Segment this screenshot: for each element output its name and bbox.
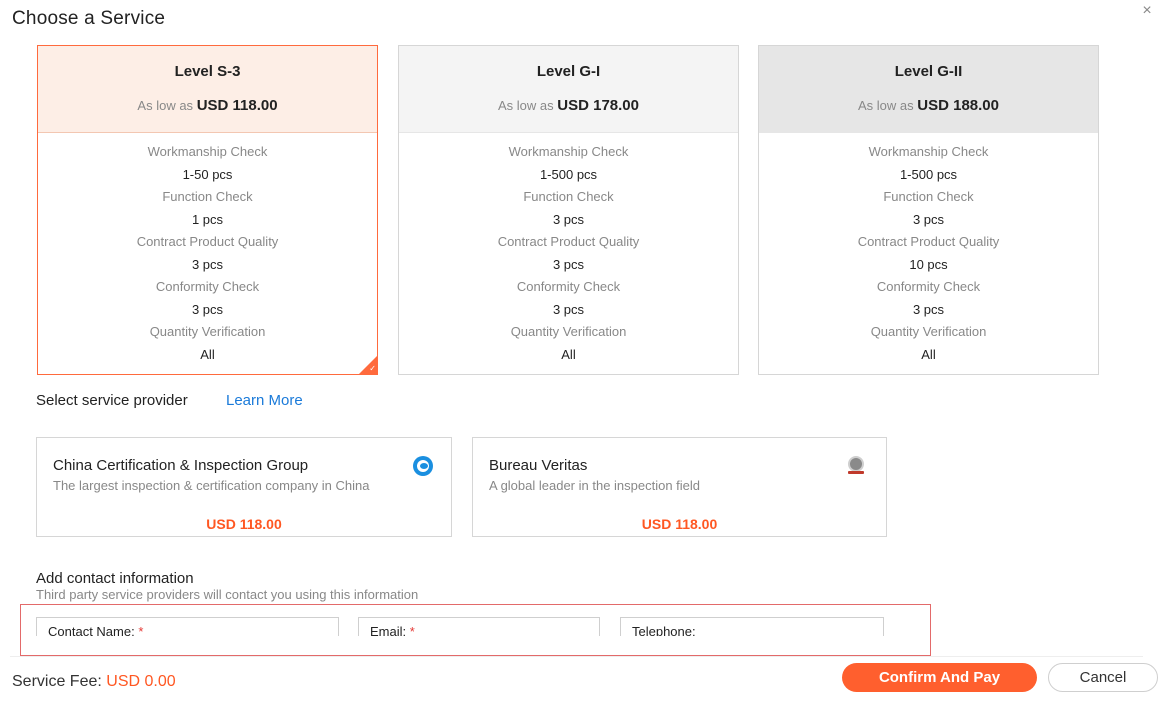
level-card-s3[interactable]: Level S-3 As low as USD 118.00 Workmansh…: [37, 45, 378, 375]
provider-name: Bureau Veritas: [489, 457, 588, 474]
footer-divider: [10, 656, 1143, 657]
feature-value: 1 pcs: [191, 211, 224, 227]
learn-more-link[interactable]: Learn More: [226, 392, 303, 409]
feature-value: 3 pcs: [912, 301, 945, 317]
provider-card-ccic[interactable]: China Certification & Inspection Group T…: [36, 437, 452, 537]
service-fee-value: USD 0.00: [106, 673, 176, 690]
level-features: Workmanship Check 1-500 pcs Function Che…: [399, 133, 738, 366]
level-card-header: Level G-II As low as USD 188.00: [759, 46, 1098, 133]
feature-label: Conformity Check: [876, 279, 981, 294]
feature-value: All: [200, 346, 215, 362]
feature-value: 1-500 pcs: [539, 166, 598, 182]
level-price: As low as USD 178.00: [498, 97, 639, 114]
level-name: Level G-I: [536, 63, 601, 80]
feature-label: Conformity Check: [516, 279, 621, 294]
feature-value: 3 pcs: [191, 301, 224, 317]
provider-heading: Select service provider: [36, 392, 188, 409]
feature-label: Workmanship Check: [147, 144, 268, 159]
feature-label: Contract Product Quality: [497, 234, 640, 249]
feature-value: 3 pcs: [912, 211, 945, 227]
feature-label: Contract Product Quality: [857, 234, 1000, 249]
feature-value: All: [921, 346, 936, 362]
level-name: Level G-II: [894, 63, 963, 80]
feature-label: Conformity Check: [155, 279, 260, 294]
bureau-veritas-logo-icon: [848, 456, 864, 474]
dialog-title: Choose a Service: [12, 8, 166, 29]
dialog-content-scroll-area[interactable]: Level S-3 As low as USD 118.00 Workmansh…: [10, 42, 1143, 636]
feature-label: Quantity Verification: [510, 324, 627, 339]
feature-label: Workmanship Check: [868, 144, 989, 159]
provider-name: China Certification & Inspection Group: [53, 457, 309, 474]
email-field[interactable]: Email: *: [358, 617, 600, 636]
feature-value: All: [561, 346, 576, 362]
feature-value: 3 pcs: [552, 211, 585, 227]
service-fee: Service Fee: USD 0.00: [12, 673, 176, 691]
contact-name-field[interactable]: Contact Name: *: [36, 617, 339, 636]
level-card-header: Level G-I As low as USD 178.00: [399, 46, 738, 133]
ccic-logo-icon: [413, 456, 433, 476]
telephone-label: Telephone:: [632, 624, 696, 636]
feature-label: Quantity Verification: [149, 324, 266, 339]
feature-label: Function Check: [883, 189, 974, 204]
check-icon: ✓: [369, 364, 376, 373]
feature-label: Function Check: [523, 189, 614, 204]
provider-price: USD 118.00: [641, 516, 718, 532]
feature-label: Quantity Verification: [870, 324, 987, 339]
level-name: Level S-3: [174, 63, 241, 80]
feature-value: 3 pcs: [191, 256, 224, 272]
close-icon[interactable]: ×: [1140, 3, 1154, 19]
provider-description: A global leader in the inspection field: [489, 478, 701, 493]
provider-card-bureau-veritas[interactable]: Bureau Veritas A global leader in the in…: [472, 437, 887, 537]
email-label: Email:: [370, 624, 407, 636]
feature-value: 10 pcs: [909, 256, 948, 272]
telephone-field[interactable]: Telephone:: [620, 617, 884, 636]
service-fee-label: Service Fee:: [12, 673, 102, 690]
required-mark: *: [409, 624, 415, 636]
level-features: Workmanship Check 1-500 pcs Function Che…: [759, 133, 1098, 366]
confirm-and-pay-button[interactable]: Confirm And Pay: [842, 663, 1037, 692]
level-card-header: Level S-3 As low as USD 118.00: [38, 46, 377, 133]
contact-name-label: Contact Name:: [48, 624, 135, 636]
feature-label: Function Check: [162, 189, 253, 204]
feature-value: 1-500 pcs: [899, 166, 958, 182]
level-price: As low as USD 118.00: [137, 97, 278, 114]
contact-subheading: Third party service providers will conta…: [36, 587, 419, 602]
level-card-g1[interactable]: Level G-I As low as USD 178.00 Workmansh…: [398, 45, 739, 375]
level-price: As low as USD 188.00: [858, 97, 999, 114]
feature-value: 1-50 pcs: [182, 166, 233, 182]
cancel-button[interactable]: Cancel: [1048, 663, 1158, 692]
required-mark: *: [138, 624, 144, 636]
level-features: Workmanship Check 1-50 pcs Function Chec…: [38, 133, 377, 366]
feature-value: 3 pcs: [552, 301, 585, 317]
provider-price: USD 118.00: [206, 516, 282, 532]
dialog-content: Level S-3 As low as USD 118.00 Workmansh…: [10, 42, 1143, 636]
provider-description: The largest inspection & certification c…: [53, 478, 370, 493]
feature-label: Workmanship Check: [508, 144, 629, 159]
contact-heading: Add contact information: [36, 570, 194, 587]
feature-label: Contract Product Quality: [136, 234, 279, 249]
level-card-g2[interactable]: Level G-II As low as USD 188.00 Workmans…: [758, 45, 1099, 375]
feature-value: 3 pcs: [552, 256, 585, 272]
